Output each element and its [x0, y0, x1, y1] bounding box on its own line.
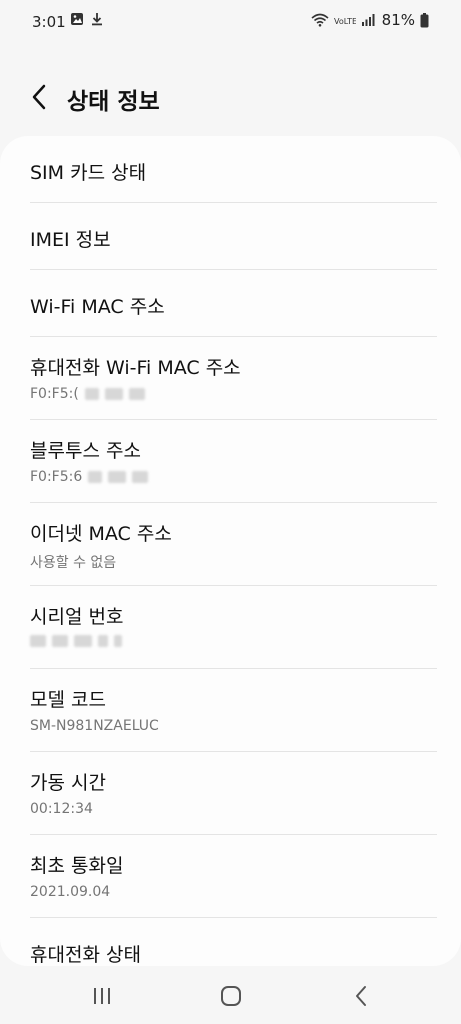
- status-notifications: [70, 12, 103, 30]
- redacted-block: [74, 635, 92, 647]
- item-title: SIM 카드 상태: [30, 162, 147, 184]
- item-subtitle: [30, 635, 437, 647]
- navigation-bar: [0, 966, 461, 1024]
- list-item-bluetooth-address[interactable]: 블루투스 주소 F0:F5:6: [30, 420, 437, 503]
- item-subtitle: F0:F5:(: [30, 386, 437, 402]
- redacted-block: [104, 388, 123, 400]
- redacted-block: [52, 635, 68, 647]
- list-item-uptime[interactable]: 가동 시간 00:12:34: [30, 752, 437, 835]
- recents-icon: [94, 988, 110, 1004]
- battery-icon: [420, 12, 429, 28]
- status-bar: 3:01 VoLTE 81%: [0, 0, 461, 46]
- list-item-serial-number[interactable]: 시리얼 번호: [30, 586, 437, 669]
- item-title: 휴대전화 Wi-Fi MAC 주소: [30, 357, 241, 379]
- list-item-imei[interactable]: IMEI 정보: [30, 203, 437, 270]
- wifi-icon: [311, 13, 329, 27]
- list-item-model-code[interactable]: 모델 코드 SM-N981NZAELUC: [30, 669, 437, 752]
- item-title: 휴대전화 상태: [30, 944, 141, 966]
- back-nav-button[interactable]: [346, 984, 376, 1008]
- settings-list: SIM 카드 상태 IMEI 정보 Wi-Fi MAC 주소 휴대전화 Wi-F…: [0, 136, 461, 966]
- redacted-block: [88, 471, 103, 483]
- svg-text:VoLTE: VoLTE: [334, 17, 356, 26]
- redacted-block: [108, 471, 127, 483]
- item-title: 블루투스 주소: [30, 440, 141, 462]
- list-item-wifi-mac[interactable]: Wi-Fi MAC 주소: [30, 270, 437, 337]
- item-subtitle: 사용할 수 없음: [30, 555, 117, 571]
- back-icon: [356, 986, 366, 1006]
- battery-percentage: 81%: [381, 11, 415, 29]
- home-icon: [221, 986, 241, 1006]
- redacted-block: [84, 388, 99, 400]
- item-title: IMEI 정보: [30, 229, 111, 251]
- volte-icon: VoLTE: [334, 13, 356, 27]
- item-title: 이더넷 MAC 주소: [30, 523, 172, 545]
- download-icon: [91, 12, 103, 30]
- home-button[interactable]: [216, 984, 246, 1008]
- chevron-left-icon: [32, 84, 46, 110]
- redacted-block: [128, 388, 145, 400]
- list-item-ethernet-mac[interactable]: 이더넷 MAC 주소 사용할 수 없음: [30, 503, 437, 586]
- status-time: 3:01: [32, 13, 66, 31]
- item-title: 시리얼 번호: [30, 606, 124, 628]
- redacted-block: [30, 635, 46, 647]
- item-title: Wi-Fi MAC 주소: [30, 296, 165, 318]
- item-subtitle: 00:12:34: [30, 801, 93, 817]
- redacted-block: [114, 635, 122, 647]
- back-button[interactable]: [22, 80, 56, 114]
- item-title: 가동 시간: [30, 772, 106, 794]
- item-subtitle-text: F0:F5:(: [30, 386, 79, 402]
- item-title: 모델 코드: [30, 689, 106, 711]
- item-title: 최초 통화일: [30, 855, 124, 877]
- page-title: 상태 정보: [67, 89, 160, 115]
- app-header: 상태 정보: [0, 72, 461, 122]
- list-item-phone-wifi-mac[interactable]: 휴대전화 Wi-Fi MAC 주소 F0:F5:(: [30, 337, 437, 420]
- gallery-icon: [70, 12, 84, 30]
- item-subtitle: F0:F5:6: [30, 469, 437, 485]
- status-right: VoLTE 81%: [311, 11, 429, 29]
- redacted-block: [132, 471, 149, 483]
- list-item-sim-status[interactable]: SIM 카드 상태: [30, 136, 437, 203]
- item-subtitle: SM-N981NZAELUC: [30, 718, 159, 734]
- item-subtitle: 2021.09.04: [30, 884, 111, 900]
- list-item-first-call-date[interactable]: 최초 통화일 2021.09.04: [30, 835, 437, 918]
- recents-button[interactable]: [87, 984, 117, 1008]
- list-item-phone-status[interactable]: 휴대전화 상태: [30, 918, 437, 966]
- signal-icon: [361, 13, 375, 27]
- item-subtitle-text: F0:F5:6: [30, 469, 83, 485]
- redacted-block: [98, 635, 108, 647]
